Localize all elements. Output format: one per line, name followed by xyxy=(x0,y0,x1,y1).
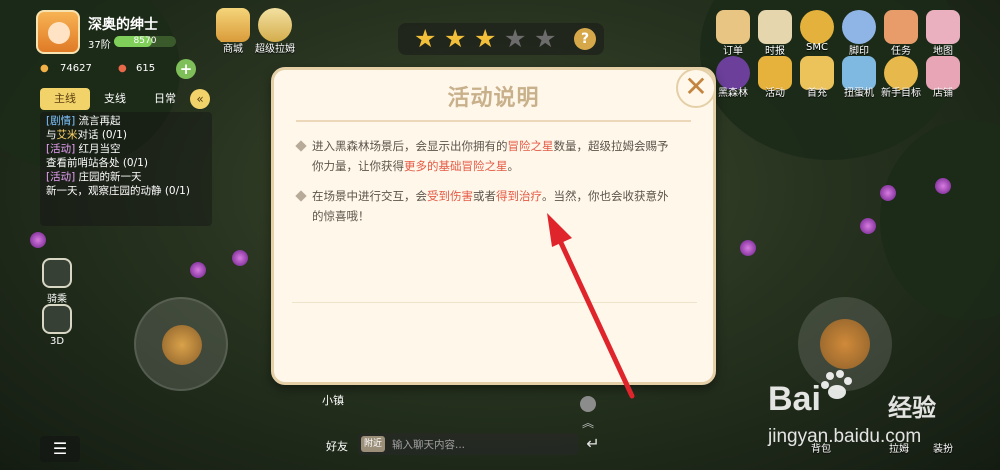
close-icon[interactable]: ✕ xyxy=(676,68,716,108)
star-icon: ★ xyxy=(444,24,467,53)
star-empty-icon: ★ xyxy=(534,24,557,53)
quest-highlight: 艾米 xyxy=(56,128,78,141)
coin-count: 74627 xyxy=(60,63,92,74)
ride-button[interactable] xyxy=(42,258,72,288)
news-icon[interactable] xyxy=(758,10,792,44)
chat-placeholder: 输入聊天内容... xyxy=(392,439,466,451)
quest-tag: [活动] xyxy=(46,171,76,183)
watermark-url: jingyan.baidu.com xyxy=(768,426,922,447)
orders-icon[interactable] xyxy=(716,10,750,44)
tasks-icon[interactable] xyxy=(884,10,918,44)
chat-channel-badge[interactable]: 附近 xyxy=(361,436,385,452)
divider xyxy=(296,120,691,122)
super-lahm-label: 超级拉姆 xyxy=(255,44,295,55)
quest-tag: [活动] xyxy=(46,143,76,155)
quest-desc: 与 xyxy=(46,128,57,141)
quest-item[interactable]: [剧情] 流言再起 与艾米对话 (0/1) xyxy=(46,115,206,142)
highlight-text: 更多的基础冒险之星 xyxy=(404,159,508,173)
flower xyxy=(935,178,951,194)
gear-icon[interactable] xyxy=(580,396,596,412)
quest-item[interactable]: [活动] 庄园的新一天 新一天，观察庄园的动静 (0/1) xyxy=(46,171,206,198)
adventure-stars-bar: ★ ★ ★ ★ ★ ? xyxy=(398,23,604,55)
3d-view-button[interactable] xyxy=(42,304,72,334)
paragraph-text: 或者 xyxy=(473,189,496,203)
quest-desc-end: 对话 (0/1) xyxy=(77,128,127,141)
dialog-footer-area xyxy=(292,302,697,370)
highlight-text: 受到伤害 xyxy=(427,189,473,203)
paragraph-text: 在场景中进行交互，会 xyxy=(312,189,427,203)
map-label: 地图 xyxy=(933,46,953,57)
quest-list: [剧情] 流言再起 与艾米对话 (0/1) [活动] 红月当空 查看前哨站各处 … xyxy=(40,112,212,226)
background-tree xyxy=(880,120,1000,320)
shop-icon[interactable] xyxy=(216,8,250,42)
highlight-text: 得到治疗 xyxy=(496,189,542,203)
tab-side-quest[interactable]: 支线 xyxy=(90,88,140,110)
collapse-icon[interactable]: « xyxy=(190,89,210,109)
highlight-text: 冒险之星 xyxy=(507,139,554,153)
menu-icon[interactable]: ☰ xyxy=(40,436,80,462)
add-currency-button[interactable]: + xyxy=(176,59,196,79)
exp-value: 8570 xyxy=(133,36,157,46)
joystick-knob[interactable] xyxy=(162,325,202,365)
paragraph-text: 。 xyxy=(507,159,520,173)
chevron-up-icon[interactable]: ︽ xyxy=(582,414,594,431)
watermark-cn: 经验 xyxy=(888,394,936,422)
quest-title: 庄园的新一天 xyxy=(78,171,142,183)
super-lahm-icon[interactable] xyxy=(258,8,292,42)
quest-title: 红月当空 xyxy=(78,143,121,155)
watermark-brand: Bai xyxy=(768,380,821,418)
player-card[interactable]: 深奥的绅士 37阶 8570 ⇧ xyxy=(36,10,232,56)
gem-icon: ● xyxy=(118,63,127,74)
quest-tabs: 主线 支线 日常 « xyxy=(40,88,212,110)
avatar[interactable] xyxy=(36,10,80,54)
quest-tag: [剧情] xyxy=(46,115,76,127)
star-half-icon: ★ xyxy=(474,24,497,53)
chat-friends-label[interactable]: 好友 xyxy=(326,438,348,454)
smc-icon[interactable] xyxy=(800,10,834,44)
tab-main-quest[interactable]: 主线 xyxy=(40,88,90,110)
event-info-dialog: 活动说明 进入黑森林场景后，会显示出你拥有的冒险之星数量，超级拉姆会赐予你力量，… xyxy=(271,67,716,385)
flower xyxy=(232,250,248,266)
map-icon[interactable] xyxy=(926,10,960,44)
3d-view-label: 3D xyxy=(49,336,65,347)
ride-label: 骑乘 xyxy=(47,294,67,305)
flower xyxy=(880,185,896,201)
flower xyxy=(30,232,46,248)
bullet-icon xyxy=(295,190,307,202)
paragraph-text: 进入黑森林场景后，会显示出你拥有的 xyxy=(312,139,508,153)
chat-area: 小镇 好友 ︽ 附近 输入聊天内容... ↵ xyxy=(322,378,602,464)
quest-desc: 查看前哨站各处 (0/1) xyxy=(46,156,148,169)
bullet-icon xyxy=(295,140,307,152)
quest-title: 流言再起 xyxy=(78,115,121,127)
currency-bar: ● 74627 ● 615 xyxy=(40,60,190,80)
star-icon: ★ xyxy=(414,24,437,53)
flower xyxy=(740,240,756,256)
dialog-title: 活动说明 xyxy=(447,86,540,111)
gem-count: 615 xyxy=(136,63,156,74)
tab-daily-quest[interactable]: 日常 xyxy=(140,88,190,110)
chat-input[interactable]: 附近 输入聊天内容... xyxy=(358,433,578,455)
player-name: 深奥的绅士 xyxy=(88,17,158,33)
dialog-paragraph-2: 在场景中进行交互，会受到伤害或者得到治疗。当然，你也会收获意外的惊喜哦！ xyxy=(295,186,677,226)
footprint-icon[interactable] xyxy=(842,10,876,44)
send-icon[interactable]: ↵ xyxy=(582,434,604,454)
help-icon[interactable]: ? xyxy=(574,28,596,50)
flower xyxy=(190,262,206,278)
paw-icon xyxy=(820,368,854,402)
player-level: 37阶 xyxy=(88,40,111,51)
paw-icon-svg xyxy=(821,370,852,399)
quest-desc: 新一天，观察庄园的动静 (0/1) xyxy=(46,184,190,197)
action-knob[interactable] xyxy=(820,319,870,369)
store-label: 店铺 xyxy=(933,88,953,99)
flower xyxy=(860,218,876,234)
quest-item[interactable]: [活动] 红月当空 查看前哨站各处 (0/1) xyxy=(46,143,206,170)
coin-icon: ● xyxy=(40,63,49,74)
dialog-paragraph-1: 进入黑森林场景后，会显示出你拥有的冒险之星数量，超级拉姆会赐予你力量，让你获得更… xyxy=(295,136,677,176)
movement-joystick[interactable] xyxy=(134,297,228,391)
star-empty-icon: ★ xyxy=(504,24,527,53)
baidu-watermark: Bai 经验 jingyan.baidu.com xyxy=(768,368,998,458)
chat-town-label[interactable]: 小镇 xyxy=(322,392,344,408)
game-scene: 深奥的绅士 37阶 8570 ⇧ ● 74627 ● 615 + 主线 支线 日… xyxy=(0,0,1000,470)
